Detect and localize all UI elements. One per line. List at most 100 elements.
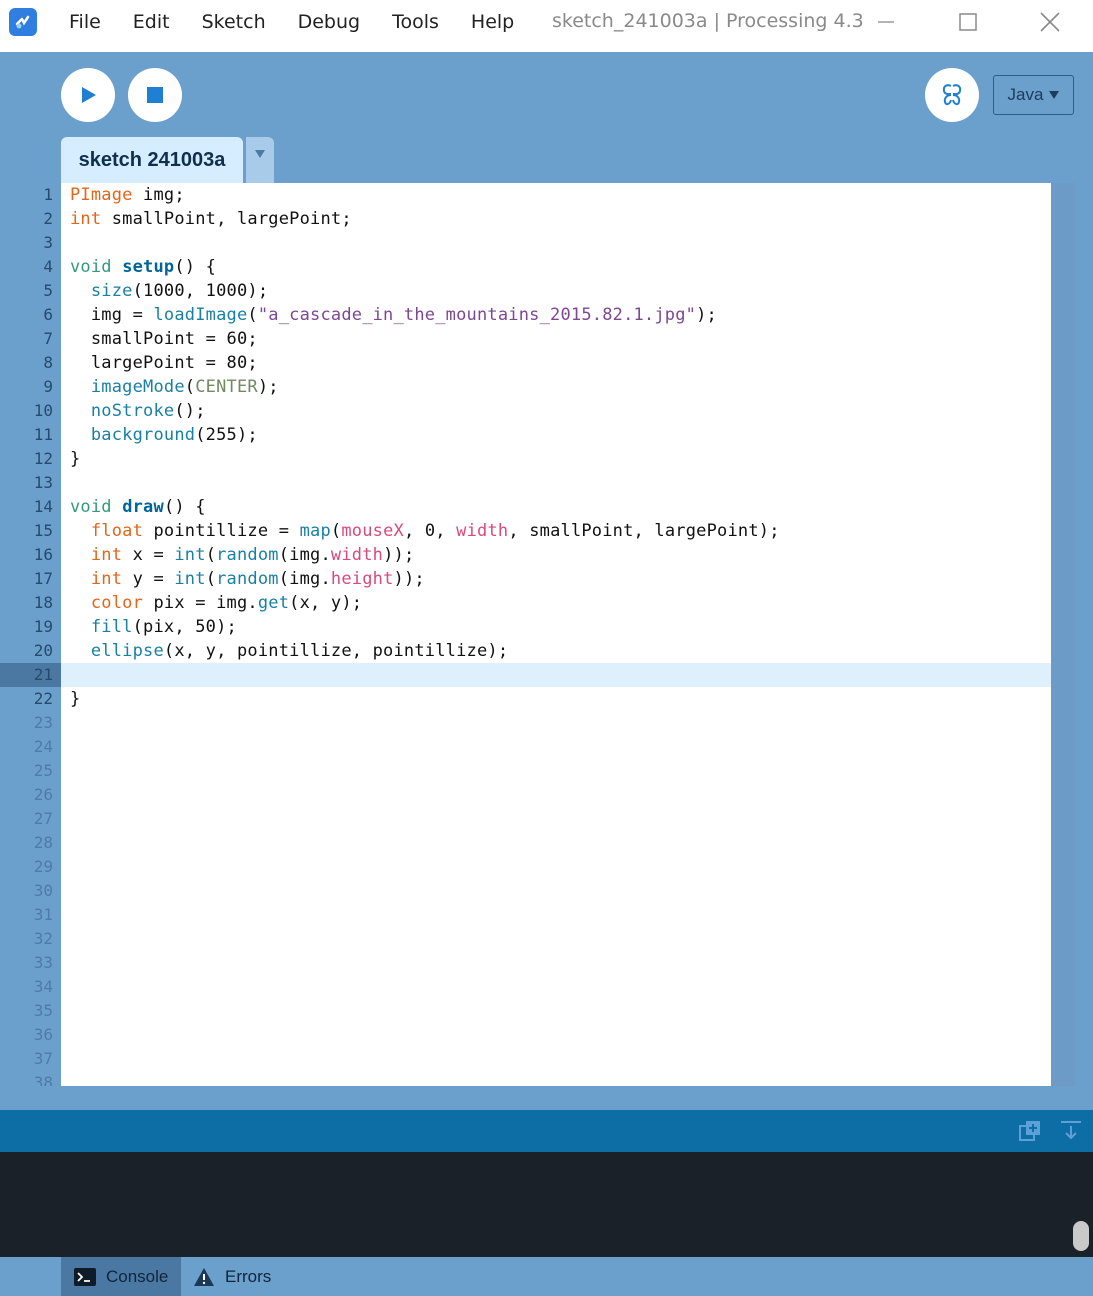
window-title: sketch_241003a | Processing 4.3 (552, 10, 864, 32)
code-line[interactable]: float pointillize = map(mouseX, 0, width… (70, 519, 780, 543)
run-button[interactable] (61, 68, 115, 122)
menu-file[interactable]: File (53, 11, 117, 33)
code-line[interactable]: } (70, 687, 80, 711)
line-number-gutter: 1 2 3 4 5 6 7 8 9 10 11 12 13 14 15 16 17 18 19 20 21 22 23 24 2… (0, 183, 61, 1086)
play-icon (82, 87, 96, 103)
console-output[interactable] (0, 1152, 1093, 1257)
chevron-down-icon (255, 150, 265, 158)
line-number: 23 (33, 713, 53, 732)
code-editor[interactable]: PImage img; int smallPoint, largePoint; vo… (61, 183, 1051, 1086)
copy-button[interactable] (1018, 1119, 1042, 1148)
code-line[interactable]: noStroke(); (70, 399, 206, 423)
chevron-down-icon (1049, 91, 1060, 99)
errors-tab[interactable]: Errors (193, 1257, 271, 1296)
code-line[interactable]: imageMode(CENTER); (70, 375, 279, 399)
minimize-button[interactable] (866, 6, 906, 38)
minimize-console-button[interactable] (1059, 1119, 1083, 1148)
console-tab[interactable]: Console (61, 1257, 181, 1296)
mode-label: Java (1007, 85, 1044, 104)
line-number: 30 (33, 881, 53, 900)
close-button[interactable] (1030, 6, 1070, 38)
title-bar: File Edit Sketch Debug Tools Help sketch… (0, 0, 1093, 52)
code-line[interactable]: PImage img; (70, 183, 185, 207)
line-number: 37 (33, 1049, 53, 1068)
line-number: 35 (33, 1001, 53, 1020)
code-line[interactable]: int x = int(random(img.width)); (70, 543, 414, 567)
line-number: 34 (33, 977, 53, 996)
code-line[interactable]: ellipse(x, y, pointillize, pointillize); (70, 639, 508, 663)
line-number: 7 (43, 329, 53, 348)
line-number: 38 (33, 1073, 53, 1086)
code-line[interactable]: fill(pix, 50); (70, 615, 237, 639)
line-number: 1 (43, 185, 53, 204)
code-line[interactable]: size(1000, 1000); (70, 279, 268, 303)
line-number: 12 (33, 449, 53, 468)
line-number: 22 (33, 689, 53, 708)
code-line[interactable]: } (70, 447, 80, 471)
line-number: 31 (33, 905, 53, 924)
menu-tools[interactable]: Tools (376, 11, 455, 33)
line-number: 3 (43, 233, 53, 252)
processing-logo-icon (9, 8, 37, 36)
line-number: 21 (33, 665, 53, 684)
tab-menu-button[interactable] (246, 137, 274, 183)
maximize-icon (959, 13, 977, 31)
line-number: 32 (33, 929, 53, 948)
code-line[interactable]: smallPoint = 60; (70, 327, 258, 351)
code-line[interactable]: background(255); (70, 423, 258, 447)
code-line[interactable]: largePoint = 80; (70, 351, 258, 375)
code-line[interactable]: color pix = img.get(x, y); (70, 591, 362, 615)
stop-icon (147, 87, 163, 103)
tab-label: sketch 241003a (78, 148, 226, 171)
menu-sketch[interactable]: Sketch (186, 11, 282, 33)
line-number: 2 (43, 209, 53, 228)
line-number: 5 (43, 281, 53, 300)
editor-scrollbar[interactable] (1051, 183, 1075, 1086)
line-number: 26 (33, 785, 53, 804)
menu-help[interactable]: Help (455, 11, 530, 33)
tab-sketch[interactable]: sketch 241003a (61, 137, 243, 183)
minimize-console-icon (1061, 1121, 1081, 1140)
debugger-button[interactable] (925, 68, 979, 122)
line-number: 17 (33, 569, 53, 588)
stop-button[interactable] (128, 68, 182, 122)
line-number: 15 (33, 521, 53, 540)
line-number: 27 (33, 809, 53, 828)
code-line[interactable]: void setup() { (70, 255, 216, 279)
console-scrollbar-thumb[interactable] (1073, 1221, 1089, 1251)
line-number: 14 (33, 497, 53, 516)
copy-icon (1019, 1121, 1040, 1141)
minimize-icon (878, 21, 894, 23)
line-number: 28 (33, 833, 53, 852)
line-number: 36 (33, 1025, 53, 1044)
close-icon (1040, 12, 1060, 32)
butterfly-icon (942, 84, 962, 106)
current-line-highlight (61, 663, 1051, 687)
warning-icon (194, 1267, 214, 1286)
terminal-icon (74, 1267, 96, 1286)
console-header (0, 1110, 1093, 1152)
code-line[interactable]: void draw() { (70, 495, 206, 519)
line-number: 24 (33, 737, 53, 756)
line-number: 10 (33, 401, 53, 420)
code-line[interactable]: img = loadImage("a_cascade_in_the_mounta… (70, 303, 717, 327)
menu-debug[interactable]: Debug (282, 11, 376, 33)
code-line[interactable]: int y = int(random(img.height)); (70, 567, 425, 591)
maximize-button[interactable] (948, 6, 988, 38)
line-number: 19 (33, 617, 53, 636)
menu-bar: File Edit Sketch Debug Tools Help (53, 0, 530, 44)
errors-tab-label: Errors (225, 1266, 272, 1286)
code-line[interactable]: int smallPoint, largePoint; (70, 207, 352, 231)
line-number: 11 (33, 425, 53, 444)
line-number: 16 (33, 545, 53, 564)
mode-selector[interactable]: Java (993, 75, 1074, 115)
line-number: 33 (33, 953, 53, 972)
line-number: 25 (33, 761, 53, 780)
line-number: 6 (43, 305, 53, 324)
console-tab-label: Console (106, 1266, 169, 1286)
line-number: 18 (33, 593, 53, 612)
menu-edit[interactable]: Edit (117, 11, 186, 33)
line-number: 4 (43, 257, 53, 276)
line-number: 29 (33, 857, 53, 876)
line-number: 20 (33, 641, 53, 660)
